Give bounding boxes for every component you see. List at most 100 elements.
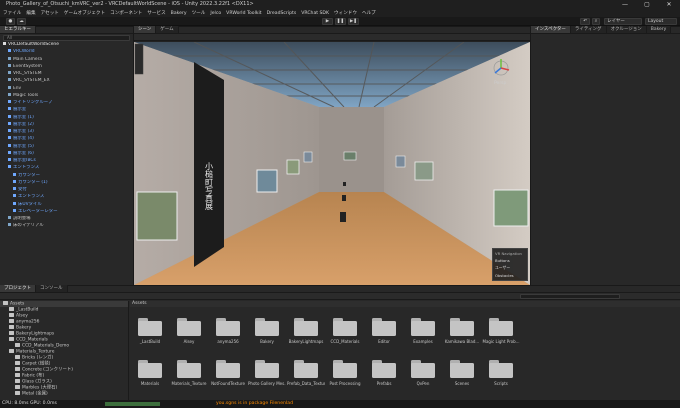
hierarchy-item[interactable]: カウンター xyxy=(0,172,133,179)
asset-folder-icon[interactable] xyxy=(294,318,318,336)
asset-folder-icon[interactable] xyxy=(216,318,240,336)
step-button[interactable]: ▶❚ xyxy=(348,18,359,25)
menu-item[interactable]: コンポーネント xyxy=(110,10,142,16)
tab-bakery[interactable]: Bakery xyxy=(646,26,672,33)
layout-dropdown[interactable]: Layout xyxy=(645,18,677,25)
project-tree-item[interactable]: _LastBuild xyxy=(0,307,128,313)
hierarchy-item[interactable]: 展示室 (5) xyxy=(0,143,133,150)
menu-item[interactable]: Bakery xyxy=(171,11,187,16)
asset-folder-icon[interactable] xyxy=(489,318,513,336)
menu-item[interactable]: ファイル xyxy=(3,10,21,16)
hierarchy-item[interactable]: 床のマテリアル xyxy=(0,223,133,229)
menu-item[interactable]: VRChat SDK xyxy=(301,11,329,16)
nav-overlay-item[interactable]: Obstacles xyxy=(495,273,525,278)
project-tree-item[interactable]: CCD_Materials_Demo xyxy=(0,343,128,349)
hierarchy-item[interactable]: 展示室 (4) xyxy=(0,136,133,142)
project-tree-item[interactable]: Fabric (布) xyxy=(0,373,128,379)
menu-item[interactable]: ヘルプ xyxy=(362,10,376,16)
tab-occlusion[interactable]: オクルージョン xyxy=(606,26,647,33)
undo-history-icon[interactable]: ↶ xyxy=(580,18,590,25)
hierarchy-item[interactable]: 受付 xyxy=(0,187,133,193)
menu-item[interactable]: Jelco xyxy=(210,11,221,16)
menu-item[interactable]: DreadScripts xyxy=(267,11,297,16)
menu-item[interactable]: VRWorld Toolkit xyxy=(226,11,261,16)
tab-scene[interactable]: シーン xyxy=(134,26,157,33)
vr-navigation-overlay[interactable]: VR Navigation Buttons ユーザー Obstacles xyxy=(492,248,528,281)
hierarchy-search-input[interactable]: All xyxy=(3,35,130,41)
cloud-icon[interactable]: ☁ xyxy=(17,18,26,25)
asset-folder-icon[interactable] xyxy=(177,318,201,336)
tab-lighting[interactable]: ライティング xyxy=(570,26,607,33)
pause-button[interactable]: ❚❚ xyxy=(335,18,346,25)
project-tree-item[interactable]: Materials_Texture xyxy=(0,349,128,355)
menu-item[interactable]: ウィンドウ xyxy=(334,10,357,16)
asset-folder-icon[interactable] xyxy=(372,360,396,378)
asset-folder-icon[interactable] xyxy=(255,318,279,336)
project-tree-item[interactable]: Carpet (絨毯) xyxy=(0,361,128,367)
project-tree-item[interactable]: Glass (ガラス) xyxy=(0,379,128,385)
hierarchy-item[interactable]: VRCWorld xyxy=(0,49,133,55)
asset-folder-icon[interactable] xyxy=(411,360,435,378)
hierarchy-item[interactable]: エレベーターレター xyxy=(0,208,133,215)
hierarchy-item[interactable]: VRC_SYSTEM xyxy=(0,71,133,77)
project-tree-item[interactable]: Bricks (レンガ) xyxy=(0,355,128,361)
asset-folder-icon[interactable] xyxy=(450,318,474,336)
project-tree-item[interactable]: Marbles (大理石) xyxy=(0,385,128,391)
menu-item[interactable]: サービス xyxy=(147,10,165,16)
project-tree-item[interactable]: BakeryLightmaps xyxy=(0,331,128,337)
tools-overlay[interactable] xyxy=(134,43,144,75)
tab-project[interactable]: プロジェクト xyxy=(0,285,36,292)
status-message[interactable]: you.sgns is in package FilenenIad xyxy=(216,400,293,408)
project-tree-item[interactable]: Alsey xyxy=(0,313,128,319)
menu-item[interactable]: ゲームオブジェクト xyxy=(64,10,105,16)
layers-dropdown[interactable]: レイヤー xyxy=(604,18,642,25)
hierarchy-item[interactable]: EventSystem xyxy=(0,63,133,70)
hierarchy-item[interactable]: VRC_SYSTEM_EX xyxy=(0,78,133,84)
account-icon[interactable]: ● xyxy=(6,18,15,25)
hierarchy-item[interactable]: 展示室 (2) xyxy=(0,121,133,128)
hierarchy-item[interactable]: 展示室 (3) xyxy=(0,129,133,135)
tab-inspector[interactable]: インスペクター xyxy=(531,26,571,33)
menu-item[interactable]: ツール xyxy=(192,10,206,16)
asset-folder-icon[interactable] xyxy=(333,318,357,336)
asset-folder-icon[interactable] xyxy=(216,360,240,378)
menu-item[interactable]: アセット xyxy=(41,10,59,16)
asset-folder-icon[interactable] xyxy=(138,360,162,378)
nav-overlay-item[interactable]: ユーザー xyxy=(495,265,525,271)
project-tree-item[interactable]: Metal (金属) xyxy=(0,391,128,397)
hierarchy-item[interactable]: エントランス xyxy=(0,165,133,171)
hierarchy-item[interactable]: 展示室 (1) xyxy=(0,114,133,121)
hierarchy-item[interactable]: 展示室 xyxy=(0,107,133,113)
asset-folder-icon[interactable] xyxy=(489,360,513,378)
hierarchy-item[interactable]: カウンター (1) xyxy=(0,179,133,186)
asset-folder-icon[interactable] xyxy=(450,360,474,378)
project-search-input[interactable] xyxy=(520,294,620,299)
hierarchy-item[interactable]: 展示室 (6) xyxy=(0,150,133,157)
search-icon[interactable]: ⌕ xyxy=(592,18,600,25)
minimize-icon[interactable]: — xyxy=(614,0,636,9)
hierarchy-item[interactable]: 説明会場 xyxy=(0,216,133,222)
hierarchy-item[interactable]: Main Camera xyxy=(0,56,133,63)
tab-game[interactable]: ゲーム xyxy=(156,26,179,33)
asset-folder-icon[interactable] xyxy=(255,360,279,378)
project-tree-item[interactable]: anyma256 xyxy=(0,319,128,325)
tab-console[interactable]: コンソール xyxy=(36,285,68,292)
nav-overlay-item[interactable]: Buttons xyxy=(495,258,525,263)
close-icon[interactable]: ✕ xyxy=(658,0,680,9)
tab-hierarchy[interactable]: ヒエラルキー xyxy=(0,26,36,33)
breadcrumb-assets[interactable]: Assets xyxy=(132,301,147,306)
project-tree-item[interactable]: CCD_Materials xyxy=(0,337,128,343)
play-button[interactable]: ▶ xyxy=(322,18,333,25)
menu-item[interactable]: 編集 xyxy=(26,10,35,16)
asset-folder-icon[interactable] xyxy=(411,318,435,336)
asset-folder-icon[interactable] xyxy=(372,318,396,336)
project-tree-item[interactable]: Concrete (コンクリート) xyxy=(0,367,128,373)
hierarchy-item[interactable]: ライトリングループ xyxy=(0,100,133,106)
maximize-icon[interactable]: ▢ xyxy=(636,0,658,9)
project-tree-item[interactable]: Assets xyxy=(0,301,128,307)
hierarchy-item[interactable]: 床UVタイル xyxy=(0,201,133,208)
asset-folder-icon[interactable] xyxy=(294,360,318,378)
hierarchy-item[interactable]: 展示室IBCs xyxy=(0,158,133,164)
asset-folder-icon[interactable] xyxy=(333,360,357,378)
asset-folder-icon[interactable] xyxy=(177,360,201,378)
